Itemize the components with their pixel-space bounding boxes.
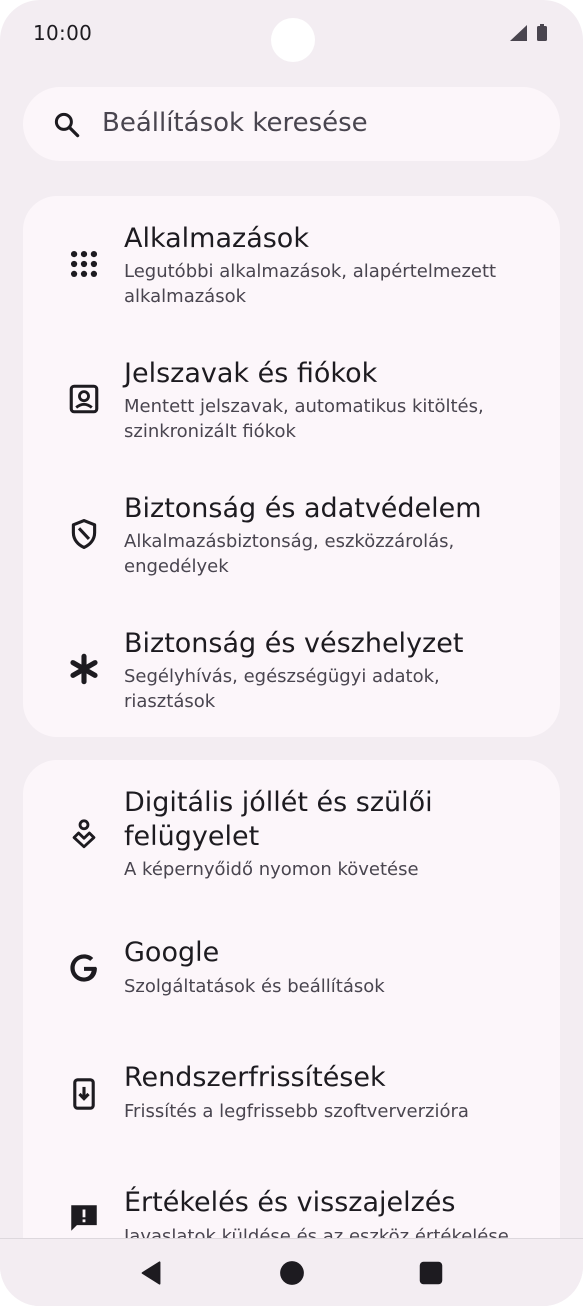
status-time: 10:00 xyxy=(33,21,93,45)
item-subtitle: A képernyőidő nyomon követése xyxy=(124,859,419,880)
settings-item-security-privacy[interactable]: Biztonság és adatvédelem Alkalmazásbizto… xyxy=(23,466,560,601)
apps-grid-icon xyxy=(70,250,98,278)
item-title: Biztonság és adatvédelem xyxy=(124,493,482,524)
item-title: Google xyxy=(124,937,220,968)
settings-item-google[interactable]: Google Szolgáltatások és beállítások xyxy=(23,910,560,1035)
account-box-icon xyxy=(69,384,99,414)
signal-icon xyxy=(510,25,527,41)
item-title: Rendszerfrissítések xyxy=(124,1062,386,1093)
search-input[interactable]: Beállítások keresése xyxy=(102,108,368,138)
item-subtitle: Frissítés a legfrissebb szoftververzióra xyxy=(124,1101,469,1122)
item-subtitle: Alkalmazásbiztonság, eszközzárolás, enge… xyxy=(124,531,455,577)
settings-item-apps[interactable]: Alkalmazások Legutóbbi alkalmazások, ala… xyxy=(23,196,560,331)
item-subtitle: Legutóbbi alkalmazások, alapértelmezett … xyxy=(124,261,497,307)
settings-group-1: Alkalmazások Legutóbbi alkalmazások, ala… xyxy=(23,196,560,737)
settings-item-system-updates[interactable]: Rendszerfrissítések Frissítés a legfriss… xyxy=(23,1035,560,1160)
wellbeing-icon xyxy=(72,819,96,849)
shield-icon xyxy=(71,518,97,550)
settings-item-passwords-accounts[interactable]: Jelszavak és fiókok Mentett jelszavak, a… xyxy=(23,331,560,466)
camera-cutout xyxy=(271,18,315,62)
item-subtitle: Segélyhívás, egészségügyi adatok, riaszt… xyxy=(124,666,440,712)
status-icons xyxy=(510,24,547,41)
battery-icon xyxy=(537,24,547,41)
feedback-icon xyxy=(71,1205,97,1231)
system-update-icon xyxy=(73,1078,95,1110)
settings-item-safety-emergency[interactable]: Biztonság és vészhelyzet Segélyhívás, eg… xyxy=(23,601,560,737)
home-icon[interactable] xyxy=(277,1258,307,1288)
settings-screen: 10:00 Beállítások keresése Alkalmazások … xyxy=(0,0,583,1306)
item-title: Alkalmazások xyxy=(124,223,309,254)
item-subtitle: Mentett jelszavak, automatikus kitöltés,… xyxy=(124,396,484,442)
settings-group-2: Digitális jóllét és szülői felügyelet A … xyxy=(23,760,560,1280)
item-title: Biztonság és vészhelyzet xyxy=(124,628,464,659)
status-bar: 10:00 xyxy=(0,0,583,64)
recents-icon[interactable] xyxy=(416,1258,446,1288)
asterisk-icon xyxy=(70,653,98,685)
search-icon xyxy=(54,112,80,138)
item-subtitle: Szolgáltatások és beállítások xyxy=(124,976,385,997)
item-title: Digitális jóllét és szülői felügyelet xyxy=(124,787,433,852)
item-title: Értékelés és visszajelzés xyxy=(124,1187,456,1218)
back-icon[interactable] xyxy=(137,1258,167,1288)
settings-item-digital-wellbeing[interactable]: Digitális jóllét és szülői felügyelet A … xyxy=(23,760,560,910)
google-icon xyxy=(70,954,97,982)
item-title: Jelszavak és fiókok xyxy=(124,358,378,389)
